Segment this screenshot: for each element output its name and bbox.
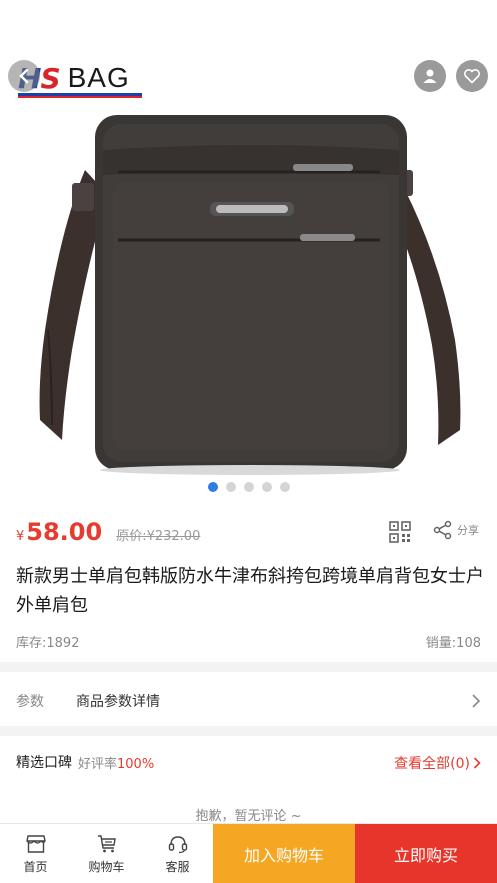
params-value: 商品参数详情 bbox=[76, 694, 160, 710]
original-price: 原价:¥232.00 bbox=[116, 529, 201, 544]
share-icon bbox=[433, 520, 452, 540]
share-button[interactable]: 分享 bbox=[433, 520, 479, 540]
sales-count: 销量:108 bbox=[425, 636, 481, 651]
chevron-right-icon bbox=[473, 757, 481, 769]
pagination-dot[interactable] bbox=[225, 482, 236, 492]
tab-cart[interactable]: 购物车 bbox=[71, 824, 142, 883]
positive-rate-value: 100% bbox=[117, 756, 155, 772]
product-params-row[interactable]: 参数 商品参数详情 bbox=[0, 678, 497, 724]
reviews-header: 精选口碑 好评率100% 查看全部(0) bbox=[0, 738, 497, 786]
tab-cart-label: 购物车 bbox=[88, 859, 125, 874]
cart-icon bbox=[97, 834, 116, 852]
tab-service[interactable]: 客服 bbox=[142, 824, 213, 883]
logo-underline-red bbox=[18, 96, 142, 98]
stock-count: 库存:1892 bbox=[16, 636, 80, 651]
logo-word: BAG bbox=[67, 62, 130, 93]
headset-icon bbox=[168, 835, 187, 853]
bottom-action-bar: 首页 购物车 客服 加入购物车 立即购买 bbox=[0, 823, 497, 883]
user-icon bbox=[423, 69, 437, 83]
section-divider bbox=[0, 662, 497, 672]
positive-rate-label: 好评率100% bbox=[78, 753, 154, 772]
pagination-dot[interactable] bbox=[243, 482, 254, 492]
heart-icon bbox=[464, 69, 480, 84]
add-to-cart-button[interactable]: 加入购物车 bbox=[213, 824, 355, 883]
see-all-label: 查看全部(0) bbox=[394, 756, 470, 772]
back-arrow-icon bbox=[19, 68, 29, 84]
pagination-dot[interactable] bbox=[261, 482, 272, 492]
tab-service-label: 客服 bbox=[165, 859, 190, 874]
chevron-right-icon bbox=[472, 694, 481, 708]
product-title: 新款男士单肩包韩版防水牛津布斜挎包跨境单肩背包女士户外单肩包 bbox=[16, 566, 484, 616]
buy-now-button[interactable]: 立即购买 bbox=[355, 824, 497, 883]
gallery-pagination bbox=[0, 482, 497, 492]
sale-price: 58.00 bbox=[26, 518, 103, 546]
qr-code-icon[interactable] bbox=[389, 521, 411, 543]
favorite-button[interactable] bbox=[456, 60, 488, 92]
user-button[interactable] bbox=[414, 60, 446, 92]
price-row: ¥ 58.00 原价:¥232.00 bbox=[16, 518, 200, 554]
currency-symbol: ¥ bbox=[16, 529, 25, 544]
share-label: 分享 bbox=[457, 524, 479, 537]
params-label: 参数 bbox=[16, 694, 44, 710]
tab-home-label: 首页 bbox=[23, 859, 48, 874]
pagination-dot[interactable] bbox=[207, 482, 218, 492]
see-all-reviews-link[interactable]: 查看全部(0) bbox=[394, 753, 481, 773]
tab-home[interactable]: 首页 bbox=[0, 824, 71, 883]
rate-label-text: 好评率 bbox=[78, 756, 118, 772]
reviews-title: 精选口碑 bbox=[16, 755, 72, 771]
home-icon bbox=[25, 834, 46, 853]
no-reviews-message: 抱歉，暂无评论 ~ bbox=[195, 809, 302, 824]
section-divider bbox=[0, 726, 497, 736]
pagination-dot[interactable] bbox=[279, 482, 290, 492]
product-image-gallery[interactable]: HS BAG bbox=[0, 0, 497, 510]
back-button[interactable] bbox=[8, 60, 40, 92]
